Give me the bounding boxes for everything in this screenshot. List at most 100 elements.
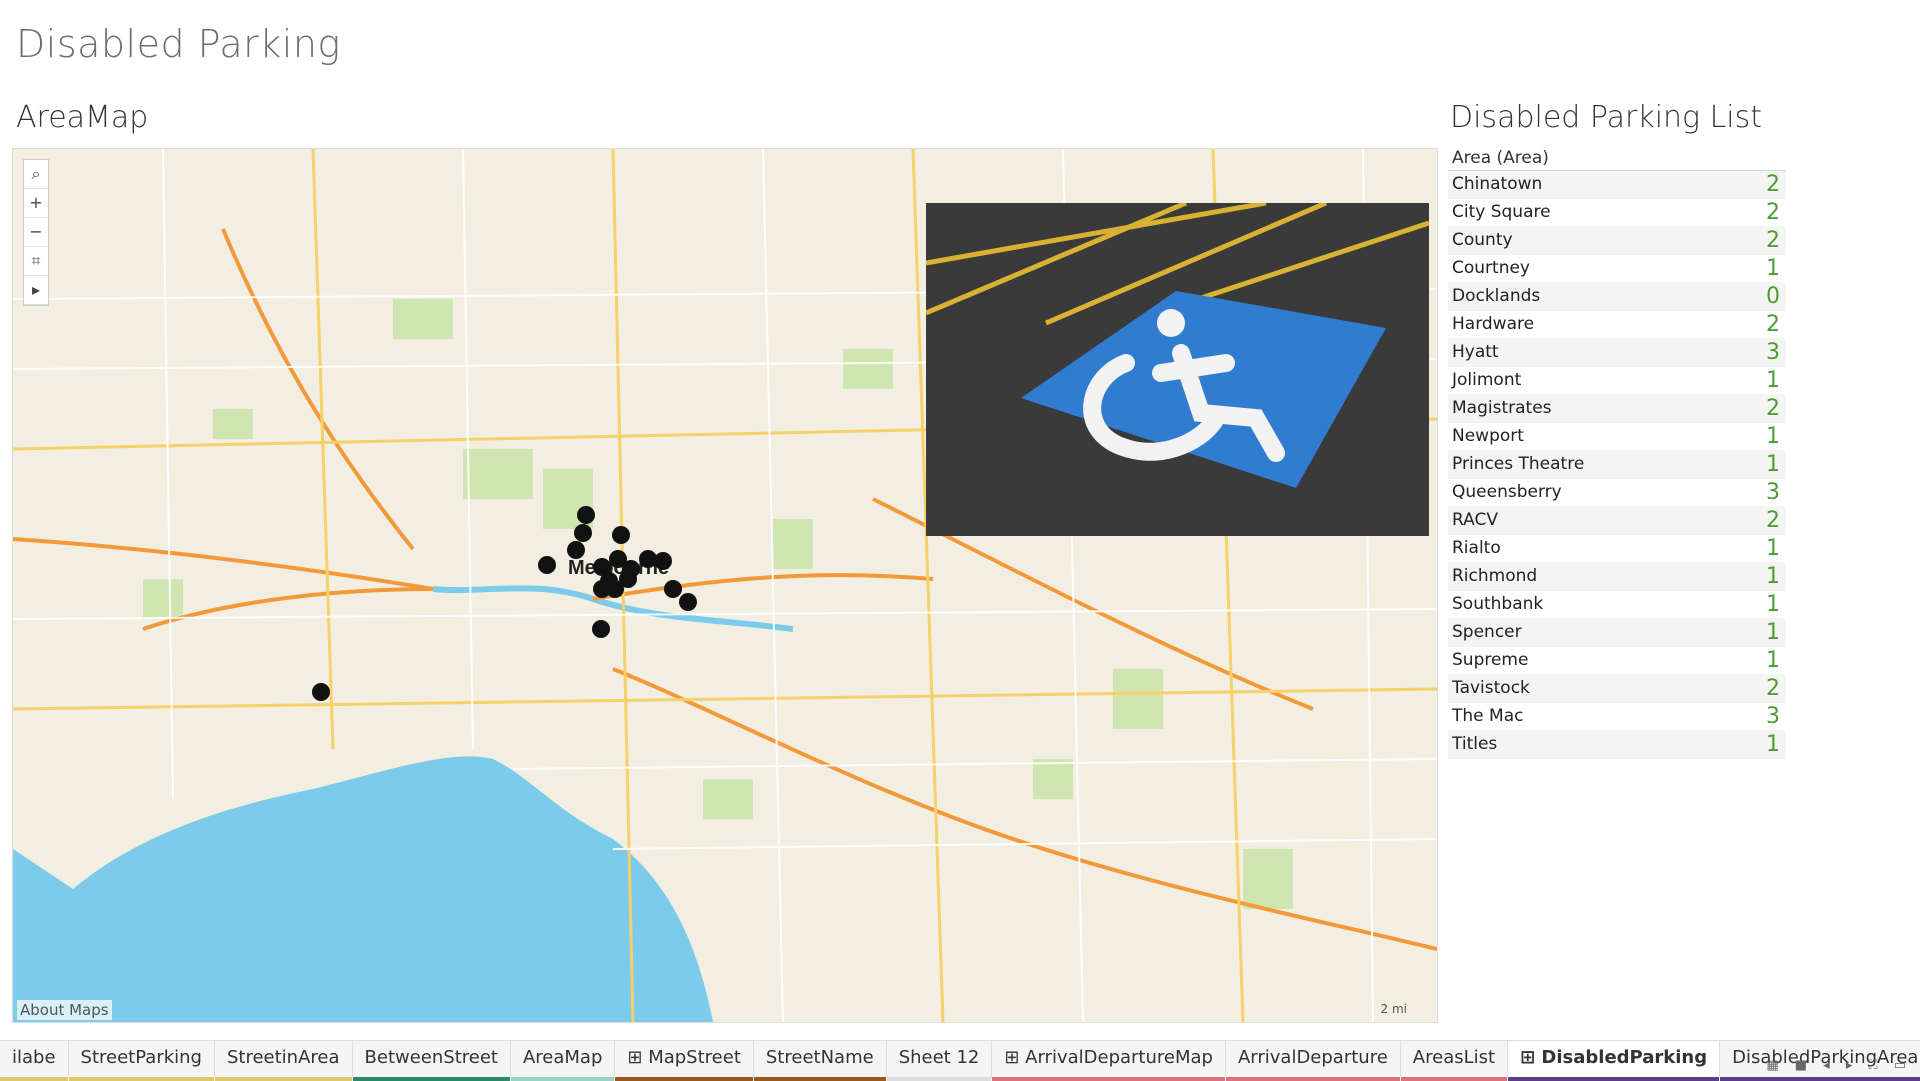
zoom-out-icon[interactable]: − [24,218,48,247]
zoom-in-icon[interactable]: + [24,189,48,218]
sheet-tab-label: ArrivalDeparture [1237,1047,1388,1068]
park-area [143,579,183,619]
lasso-icon[interactable]: ⌗ [24,247,48,276]
list-row[interactable]: Princes Theatre 1 [1448,451,1786,479]
parking-marker [577,506,595,524]
list-row[interactable]: Jolimont 1 [1448,367,1786,395]
page-title: Disabled Parking [16,22,341,66]
list-row[interactable]: RACV 2 [1448,507,1786,535]
sheet-tab[interactable]: BetweenStreet [352,1041,511,1081]
tab-color-bar [615,1077,753,1081]
sheet-tab[interactable]: ArrivalDeparture [1225,1041,1401,1081]
tab-color-bar [352,1077,510,1081]
list-row[interactable]: Hardware 2 [1448,311,1786,339]
area-name: Tavistock [1452,678,1530,698]
sheet-tab-label: ⊞ MapStreet [627,1047,741,1068]
list-row[interactable]: Queensberry 3 [1448,479,1786,507]
list-row[interactable]: Hyatt 3 [1448,339,1786,367]
sheet-tab-label: ⊞ ArrivalDepartureMap [1004,1047,1213,1068]
area-name: Jolimont [1452,370,1522,390]
sheet-tab[interactable]: AreasList [1400,1041,1509,1081]
park-area [773,519,813,569]
map-controls: ⌕ + − ⌗ ▸ [23,159,49,306]
area-name: Hyatt [1452,342,1499,362]
area-count: 2 [1766,676,1780,701]
area-count: 1 [1766,592,1780,617]
area-name: Newport [1452,426,1524,446]
list-title: Disabled Parking List [1450,100,1763,135]
street [612,838,1437,850]
area-name: RACV [1452,510,1498,530]
list-row[interactable]: Chinatown 2 [1448,171,1786,199]
list-row[interactable]: Docklands 0 [1448,283,1786,311]
search-icon[interactable]: ⌕ [24,160,48,189]
area-name: County [1452,230,1513,250]
parking-marker [654,552,672,570]
park-area [213,409,253,439]
list-row[interactable]: Richmond 1 [1448,563,1786,591]
tab-color-bar [0,1077,68,1081]
area-count: 2 [1766,172,1780,197]
freeway [13,537,434,591]
sheet-tab[interactable]: StreetinArea [214,1041,353,1081]
sheet-tab[interactable]: AreaMap [510,1041,616,1081]
sheet-tab[interactable]: StreetName [753,1041,887,1081]
tab-color-bar [753,1077,886,1081]
sheet-tab-label: StreetParking [80,1047,202,1068]
area-count: 1 [1766,620,1780,645]
sheet-tab[interactable]: ⊞ MapStreet [615,1041,754,1081]
area-count: 1 [1766,536,1780,561]
park-area [843,349,893,389]
area-name: Hardware [1452,314,1535,334]
list-row[interactable]: Titles 1 [1448,731,1786,759]
sheet-tab[interactable]: ilabe [0,1041,69,1081]
list-row[interactable]: Newport 1 [1448,423,1786,451]
play-icon[interactable]: ▸ [24,276,48,305]
tab-color-bar [1508,1077,1720,1081]
area-name: Spencer [1452,622,1522,642]
list-row[interactable]: Tavistock 2 [1448,675,1786,703]
list-row[interactable]: Courtney 1 [1448,255,1786,283]
list-row[interactable]: Rialto 1 [1448,535,1786,563]
list-row[interactable]: Spencer 1 [1448,619,1786,647]
list-row[interactable]: Southbank 1 [1448,591,1786,619]
park-area [463,449,533,499]
sheet-tab[interactable]: Sheet 12 [886,1041,993,1081]
parking-marker [567,541,585,559]
disabled-parking-list: Area (Area) Chinatown 2 City Square 2 County… [1448,146,1786,759]
list-header: Area (Area) [1448,146,1786,171]
sheet-tab[interactable]: ⊞ DisabledParking [1508,1041,1721,1081]
sheet-tab-label: ilabe [12,1047,56,1068]
parking-marker [679,593,697,611]
road [13,687,1437,711]
area-count: 2 [1766,508,1780,533]
sheet-tab-label: AreasList [1412,1047,1496,1068]
tab-color-bar [992,1077,1225,1081]
list-row[interactable]: Magistrates 2 [1448,395,1786,423]
area-count: 1 [1766,452,1780,477]
area-count: 1 [1766,732,1780,757]
sheet-tab-label: BetweenStreet [364,1047,498,1068]
area-count: 0 [1766,284,1780,309]
area-name: Chinatown [1452,174,1543,194]
list-row[interactable]: The Mac 3 [1448,703,1786,731]
parking-marker [606,580,624,598]
tab-nav-icons[interactable]: ▦ ■ ◂ ▸ ⛶ ▭ [1766,1058,1912,1073]
sheet-tab[interactable]: ⊞ ArrivalDepartureMap [992,1041,1226,1081]
area-name: Supreme [1452,650,1529,670]
park-area [393,299,453,339]
area-count: 1 [1766,564,1780,589]
area-name: Princes Theatre [1452,454,1585,474]
park-area [1113,669,1163,729]
parking-marker [612,526,630,544]
area-count: 2 [1766,228,1780,253]
street [162,149,174,800]
list-row[interactable]: County 2 [1448,227,1786,255]
sheet-tab-label: ⊞ DisabledParking [1520,1047,1708,1068]
list-row[interactable]: City Square 2 [1448,199,1786,227]
sheet-tab[interactable]: StreetParking [68,1041,215,1081]
sheet-tab-label: Sheet 12 [898,1047,980,1068]
list-row[interactable]: Supreme 1 [1448,647,1786,675]
about-maps-link[interactable]: About Maps [17,1000,112,1020]
area-name: Titles [1452,734,1498,754]
